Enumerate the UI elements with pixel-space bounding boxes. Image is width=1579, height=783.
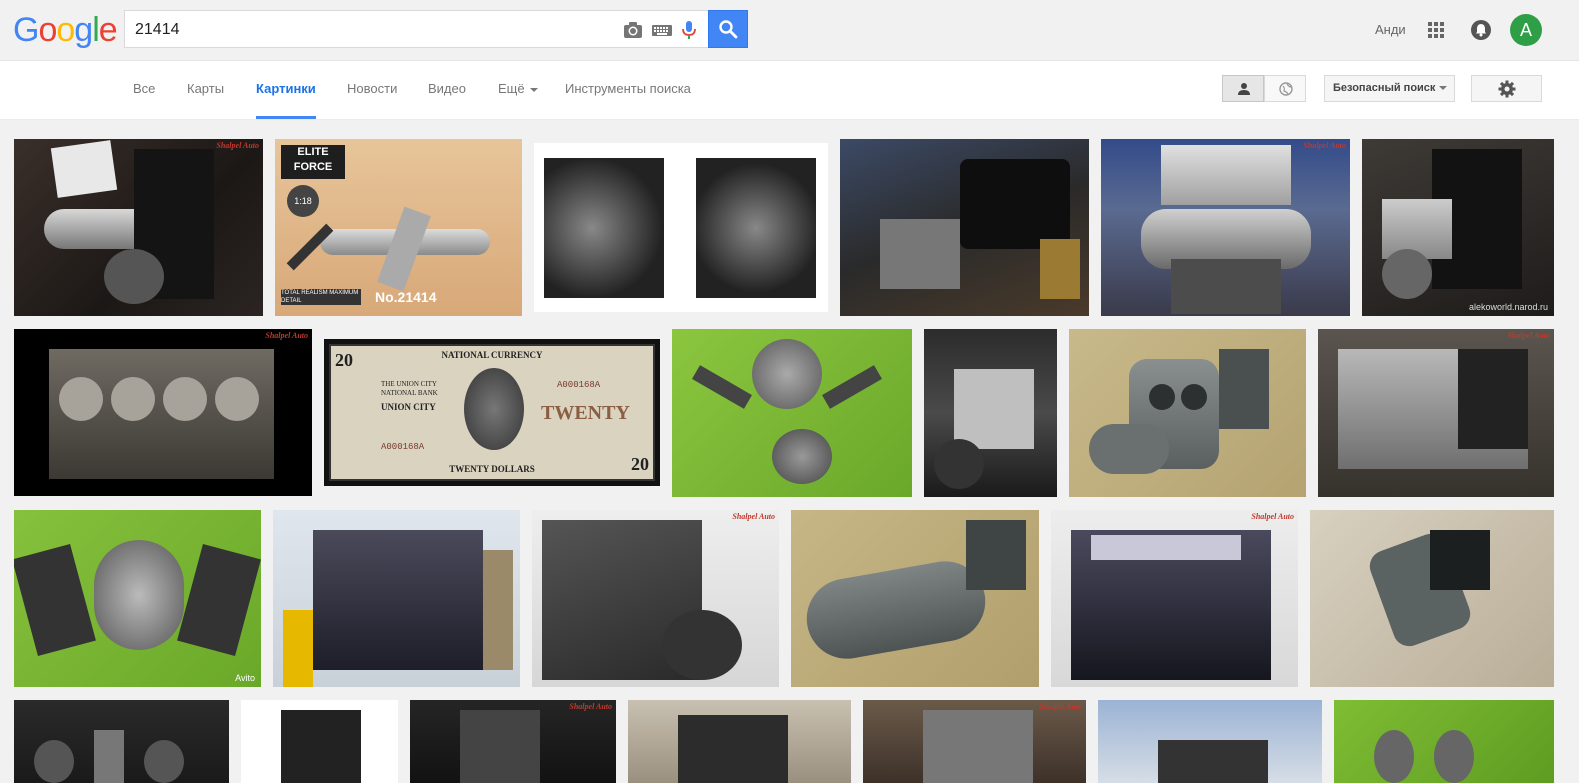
image-result[interactable] [241,700,398,783]
image-result[interactable] [1334,700,1554,783]
tab-images[interactable]: Картинки [256,61,316,119]
image-result[interactable]: Shalpel Auto [863,700,1086,783]
tab-search-tools[interactable]: Инструменты поиска [565,61,691,119]
banknote-title: NATIONAL CURRENCY [441,350,543,360]
image-result[interactable]: Shalpel Auto [1101,139,1350,316]
banknote-bank: THE UNION CITY NATIONAL BANK [381,380,438,397]
microphone-icon[interactable] [679,20,699,40]
image-result[interactable] [1310,510,1554,687]
search-button[interactable] [708,10,748,48]
person-icon [1238,83,1250,95]
nav-bar: Все Карты Картинки Новости Видео Ещё Инс… [0,61,1579,120]
image-result[interactable] [1098,700,1322,783]
search-input[interactable] [133,11,617,49]
watermark: alekoworld.narod.ru [1468,302,1548,312]
personal-results-toggle[interactable] [1222,75,1264,102]
image-result[interactable]: Shalpel Auto [14,139,263,316]
tab-more-label: Ещё [498,81,525,96]
top-bar: Google Анди [0,0,1579,61]
image-result[interactable]: Shalpel Auto [1051,510,1298,687]
tab-more[interactable]: Ещё [498,61,538,119]
realism-text: TOTAL REALISM MAXIMUM DETAIL [281,289,361,305]
image-result[interactable]: Shalpel Auto [14,329,312,496]
tab-news[interactable]: Новости [347,61,397,119]
image-result[interactable]: Avito [14,510,261,687]
image-result[interactable] [924,329,1057,497]
image-result[interactable] [534,143,828,312]
search-box [124,10,708,49]
image-result[interactable]: alekoworld.narod.ru [1362,139,1554,316]
chevron-down-icon [529,87,538,92]
settings-button[interactable] [1471,75,1542,102]
global-results-toggle[interactable] [1264,75,1306,102]
user-name[interactable]: Анди [1375,22,1406,37]
image-result[interactable]: ELITE FORCE 1:18 TOTAL REALISM MAXIMUM D… [275,139,522,316]
watermark: Shalpel Auto [1303,141,1346,150]
chevron-down-icon [1439,86,1448,91]
banknote-denom: 20 [335,350,353,370]
image-result[interactable]: Shalpel Auto [410,700,616,783]
camera-icon[interactable] [623,20,643,40]
banknote-denom-2: 20 [631,454,649,474]
watermark: Shalpel Auto [1251,512,1294,521]
scale-badge: 1:18 [287,185,319,217]
image-result[interactable]: NATIONAL CURRENCY 20 THE UNION CITY NATI… [324,339,660,486]
tab-maps[interactable]: Карты [187,61,224,119]
image-result[interactable] [14,700,229,783]
keyboard-icon[interactable] [652,20,672,40]
watermark: Shalpel Auto [732,512,775,521]
search-icon [719,20,738,39]
image-result[interactable]: Shalpel Auto [532,510,779,687]
banknote-city: UNION CITY [381,402,436,412]
banknote-serial: A000168A [381,442,425,452]
notifications-bell-icon[interactable] [1471,20,1491,40]
image-result[interactable] [791,510,1039,687]
watermark: Shalpel Auto [1039,702,1082,711]
watermark: Shalpel Auto [1507,331,1550,340]
apps-grid-icon[interactable] [1428,22,1444,38]
banknote-serial-2: A000168A [557,380,601,390]
gear-icon [1498,80,1516,98]
watermark: Shalpel Auto [569,702,612,711]
bell-icon [1476,24,1486,37]
elite-force-logo: ELITE FORCE [281,145,345,179]
tab-video[interactable]: Видео [428,61,466,119]
image-result[interactable] [672,329,912,497]
watermark: Avito [235,673,255,683]
image-result[interactable] [1069,329,1306,497]
safe-search-dropdown[interactable]: Безопасный поиск [1324,75,1455,102]
google-logo[interactable]: Google [13,12,118,48]
watermark: Shalpel Auto [216,141,259,150]
banknote-word: TWENTY [541,402,630,424]
watermark: Shalpel Auto [265,331,308,340]
image-result[interactable] [628,700,851,783]
safe-search-label: Безопасный поиск [1333,82,1436,94]
model-number: No.21414 [375,289,437,305]
globe-icon [1279,82,1293,96]
tab-all[interactable]: Все [133,61,155,119]
banknote-amount: TWENTY DOLLARS [449,464,535,474]
image-result[interactable]: Shalpel Auto [1318,329,1554,497]
image-result[interactable] [273,510,520,687]
avatar[interactable]: A [1510,14,1542,46]
image-result[interactable] [840,139,1089,316]
